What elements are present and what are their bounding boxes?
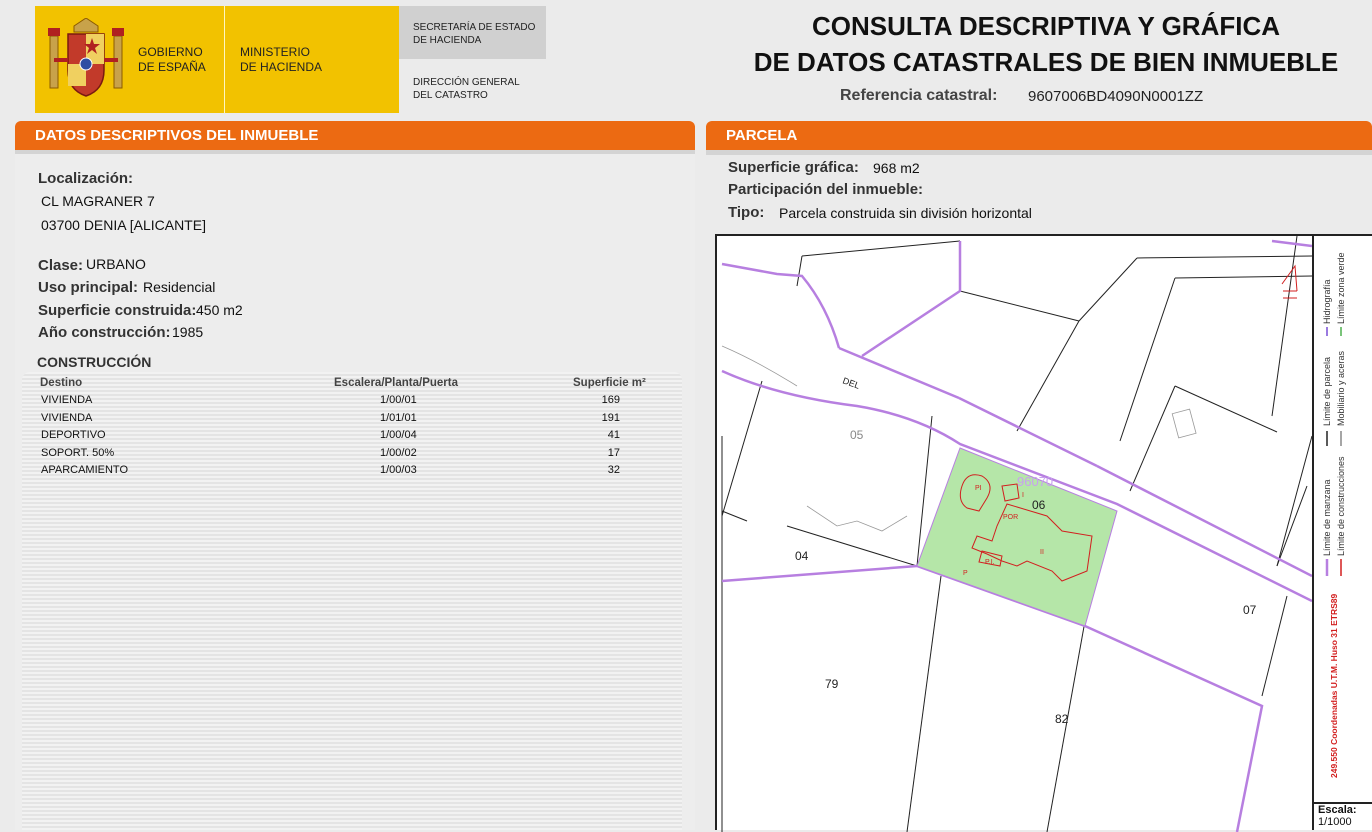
- ref-value: 9607006BD4090N0001ZZ: [1028, 88, 1204, 105]
- cell-superficie: 169: [601, 394, 620, 406]
- clase-label: Clase:: [38, 257, 84, 274]
- map-label-i: I: [1022, 492, 1024, 499]
- bar-shadow: [706, 150, 1372, 155]
- cell-escalera: 1/01/01: [380, 411, 417, 424]
- gobierno-text: GOBIERNO DE ESPAÑA: [138, 45, 206, 74]
- map-label-04: 04: [795, 549, 809, 563]
- map-label-p: P: [963, 570, 968, 577]
- table-body: VIVIENDA 1/00/01 169 VIVIENDA 1/01/01 19…: [30, 392, 674, 480]
- map-label-pi2: P.I.: [985, 559, 995, 566]
- legend-mobiliario: Mobiliario y aceras: [1336, 350, 1346, 426]
- table-header-superficie: Superficie m²: [573, 377, 646, 389]
- table-row: VIVIENDA 1/01/01 191: [30, 410, 674, 428]
- table-row: APARCAMIENTO 1/00/03 32: [30, 462, 674, 480]
- cell-superficie: 17: [607, 446, 620, 459]
- scale-value: 1/1000: [1318, 816, 1352, 828]
- cadastral-map: DEL 05 06 04 07 79 82 96070 PI I POR II …: [715, 234, 1314, 832]
- address-line-1: CL MAGRANER 7: [41, 193, 155, 209]
- sup-grafica-value: 968 m2: [873, 160, 920, 176]
- sup-grafica-label: Superficie gráfica:: [728, 159, 859, 176]
- cell-escalera: 1/00/01: [380, 394, 417, 406]
- ref-label: Referencia catastral:: [840, 87, 998, 104]
- map-label-ii: II: [1040, 549, 1044, 556]
- superficie-value: 450 m2: [196, 302, 243, 318]
- cell-superficie: 32: [607, 464, 620, 476]
- page-title: CONSULTA DESCRIPTIVA Y GRÁFICA DE DATOS …: [753, 11, 1339, 77]
- legend-limite-manzana: Límite de manzana: [1322, 479, 1332, 556]
- map-label-por: POR: [1003, 514, 1018, 521]
- cell-escalera: 1/00/04: [380, 429, 417, 441]
- map-label-07: 07: [1243, 603, 1257, 617]
- legend-limite-parcela: Límite de parcela: [1322, 356, 1332, 426]
- legend-limite-construcciones: Límite de construcciones: [1336, 456, 1346, 556]
- uso-label: Uso principal:: [38, 279, 139, 296]
- cell-destino: APARCAMIENTO: [41, 464, 128, 476]
- cell-escalera: 1/00/02: [380, 446, 417, 459]
- map-legend: Hidrografía Límite zona verde Límite de …: [1314, 234, 1372, 804]
- cell-destino: VIVIENDA: [41, 394, 93, 406]
- cell-destino: SOPORT. 50%: [41, 446, 115, 459]
- address-line-2: 03700 DENIA [ALICANTE]: [41, 217, 206, 233]
- cell-destino: VIVIENDA: [41, 411, 93, 424]
- localizacion-label: Localización:: [38, 170, 134, 187]
- anio-value: 1985: [172, 324, 204, 340]
- map-drawing: DEL 05 06 04 07 79 82 96070 PI I POR II …: [721, 236, 1312, 832]
- map-label-del: DEL: [841, 375, 861, 390]
- map-label-block: 96070: [1017, 474, 1053, 489]
- ministerio-text: MINISTERIO DE HACIENDA: [240, 45, 323, 74]
- table-row: DEPORTIVO 1/00/04 41: [30, 427, 674, 445]
- map-label-79: 79: [825, 677, 839, 691]
- table-row: SOPORT. 50% 1/00/02 17: [30, 445, 674, 463]
- cell-escalera: 1/00/03: [380, 464, 417, 476]
- tipo-value: Parcela construida sin división horizont…: [779, 205, 1032, 221]
- direccion-text: DIRECCIÓN GENERAL DEL CATASTRO: [413, 77, 520, 101]
- secretaria-text: SECRETARÍA DE ESTADO DE HACIENDA: [413, 22, 536, 46]
- cell-superficie: 191: [601, 411, 620, 424]
- legend-coordenadas: 249.550 Coordenadas U.T.M. Huso 31 ETRS8…: [1329, 593, 1339, 778]
- map-label-05: 05: [850, 428, 864, 442]
- table-header-escalera: Escalera/Planta/Puerta: [334, 377, 459, 389]
- superficie-label: Superficie construida:: [38, 302, 197, 319]
- uso-value: Residencial: [143, 279, 216, 295]
- cell-destino: DEPORTIVO: [41, 429, 106, 441]
- participacion-label: Participación del inmueble:: [728, 181, 924, 198]
- legend-hidrografia: Hidrografía: [1322, 279, 1332, 324]
- map-label-82: 82: [1055, 712, 1069, 726]
- map-label-pi: PI: [975, 485, 982, 492]
- scale-box: Escala: 1/1000: [1314, 802, 1372, 830]
- map-label-06: 06: [1032, 498, 1046, 512]
- clase-value: URBANO: [86, 256, 146, 272]
- scale-label: Escala:: [1318, 804, 1357, 816]
- table-row: VIVIENDA 1/00/01 169: [30, 392, 674, 410]
- cell-superficie: 41: [607, 429, 620, 441]
- coat-of-arms-icon: [48, 18, 124, 97]
- construccion-title: CONSTRUCCIÓN: [37, 354, 152, 370]
- table-header-destino: Destino: [40, 377, 83, 389]
- legend-zona-verde: Límite zona verde: [1336, 252, 1346, 324]
- logo-divider: [224, 6, 225, 113]
- tipo-label: Tipo:: [728, 204, 765, 221]
- anio-label: Año construcción:: [38, 324, 171, 341]
